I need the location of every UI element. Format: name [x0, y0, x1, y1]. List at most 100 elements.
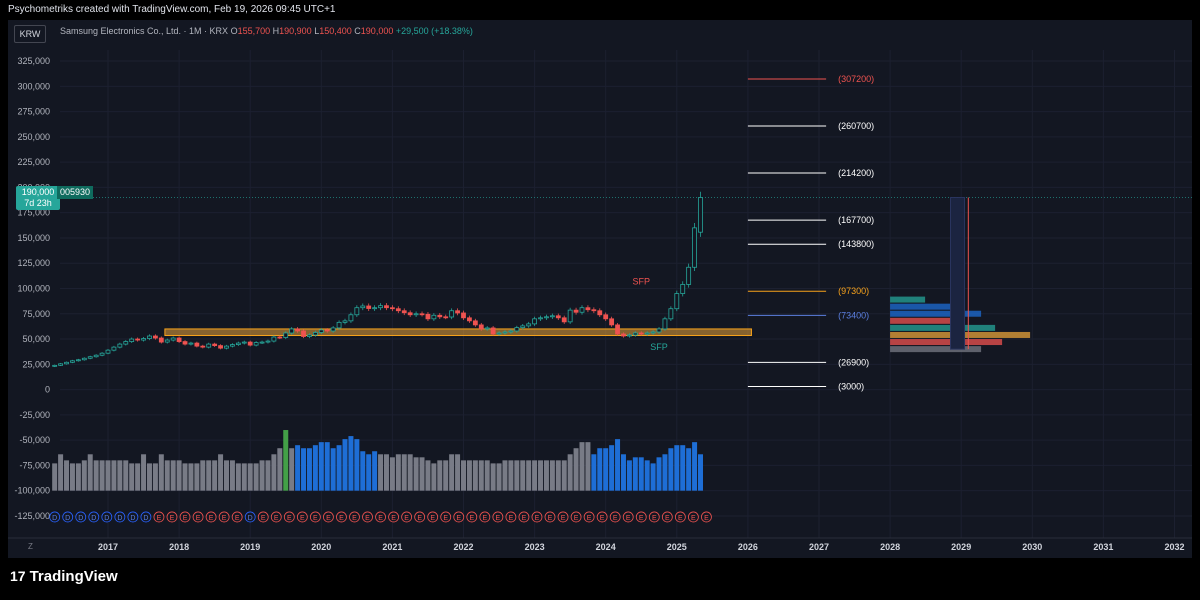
- x-tick-label: 2032: [1164, 542, 1184, 552]
- candle-body: [342, 320, 348, 323]
- open-value: 155,700: [237, 26, 271, 36]
- candle-body: [431, 314, 437, 320]
- event-marker-label: D: [91, 515, 96, 522]
- volume-bar: [383, 454, 389, 491]
- volume-bar: [555, 460, 561, 491]
- volume-bar: [372, 451, 378, 491]
- candle-body: [662, 318, 668, 330]
- candle-body: [289, 328, 295, 334]
- candle-body: [407, 312, 413, 316]
- candle-body: [615, 324, 620, 335]
- candle-body: [129, 338, 135, 342]
- candle-body: [461, 312, 466, 319]
- volume-bar: [668, 448, 674, 491]
- candle-body: [194, 342, 200, 347]
- candle-body: [401, 310, 407, 314]
- candle-body: [484, 327, 490, 330]
- footer: 17 TradingView: [0, 558, 1200, 600]
- low-value: 150,400: [319, 26, 352, 36]
- close-value: 190,000: [360, 26, 394, 36]
- candle-body: [324, 329, 330, 332]
- high-value: 190,900: [279, 26, 312, 36]
- open-label: O: [230, 26, 238, 36]
- volume-bar: [644, 460, 650, 491]
- volume-bar: [674, 445, 680, 491]
- candle-body: [212, 343, 218, 347]
- zoom-toggle[interactable]: Z: [28, 542, 33, 551]
- volume-bar: [182, 463, 188, 491]
- x-tick-label: 2020: [311, 542, 331, 552]
- candle-body: [224, 345, 229, 349]
- candle-body: [467, 317, 472, 322]
- volume-bar: [283, 430, 289, 491]
- candle-body: [378, 305, 383, 309]
- volume-bar: [301, 448, 307, 491]
- candle-body: [176, 337, 182, 342]
- volume-bar: [146, 463, 152, 491]
- candle-body: [93, 354, 99, 358]
- volume-profile-column: [950, 197, 966, 350]
- candle-body: [644, 332, 650, 335]
- candle-body: [330, 327, 336, 332]
- candle-body: [597, 310, 603, 316]
- volume-profile-bar: [890, 296, 926, 303]
- candle-body: [164, 339, 170, 343]
- volume-bar: [615, 439, 621, 491]
- x-tick-label: 2021: [382, 542, 402, 552]
- event-marker-label: D: [78, 515, 83, 522]
- event-marker-label: E: [378, 515, 383, 522]
- chart-panel[interactable]: 325,000300,000275,000250,000225,000200,0…: [8, 20, 1192, 558]
- volume-bar: [461, 460, 466, 491]
- candle-body: [348, 314, 354, 322]
- tradingview-logo[interactable]: 17 TradingView: [10, 568, 118, 585]
- event-marker-label: E: [222, 515, 227, 522]
- level-label: (260700): [838, 121, 874, 131]
- volume-profile-bar: [890, 317, 961, 324]
- candle-body: [87, 356, 93, 359]
- candle-body: [538, 317, 543, 320]
- level-label: (73400): [838, 310, 869, 320]
- support-zone: [164, 328, 752, 336]
- x-tick-label: 2028: [880, 542, 900, 552]
- event-marker-label: D: [52, 515, 57, 522]
- volume-profile-bar: [890, 339, 1003, 346]
- event-marker-label: E: [626, 515, 631, 522]
- event-marker-label: E: [522, 515, 527, 522]
- chart-canvas[interactable]: 325,000300,000275,000250,000225,000200,0…: [8, 20, 1192, 558]
- event-marker-label: E: [209, 515, 214, 522]
- candle-body: [64, 361, 69, 365]
- level-label: (307200): [838, 74, 874, 84]
- volume-bar: [235, 463, 241, 491]
- candle-body: [158, 337, 164, 343]
- volume-bar: [318, 442, 324, 491]
- y-tick-label: 250,000: [17, 132, 50, 142]
- x-tick-label: 2026: [738, 542, 758, 552]
- candle-body: [514, 327, 520, 332]
- event-marker-label: E: [561, 515, 566, 522]
- candle-body: [301, 330, 306, 337]
- candle-body: [295, 328, 301, 332]
- event-marker-label: E: [313, 515, 318, 522]
- y-tick-label: 325,000: [17, 56, 50, 66]
- candle-body: [283, 332, 289, 338]
- event-marker-label: E: [678, 515, 683, 522]
- volume-bar: [170, 460, 176, 491]
- event-marker-label: E: [469, 515, 474, 522]
- volume-bar: [597, 448, 603, 491]
- candle-body: [591, 309, 597, 312]
- event-marker-label: E: [196, 515, 201, 522]
- volume-bar: [200, 460, 206, 491]
- currency-selector[interactable]: KRW: [14, 25, 46, 43]
- candle-body: [674, 293, 680, 310]
- candle-body: [585, 307, 591, 311]
- volume-bar: [591, 454, 597, 491]
- volume-bar: [224, 460, 229, 491]
- candle-body: [425, 313, 431, 320]
- symbol-name[interactable]: Samsung Electronics Co., Ltd. · 1M · KRX: [60, 26, 228, 36]
- event-marker-label: E: [652, 515, 657, 522]
- x-tick-label: 2018: [169, 542, 189, 552]
- event-marker-label: E: [574, 515, 579, 522]
- volume-bar: [194, 463, 200, 491]
- volume-bar: [52, 463, 58, 491]
- sfp-label-bearish: SFP: [632, 276, 650, 286]
